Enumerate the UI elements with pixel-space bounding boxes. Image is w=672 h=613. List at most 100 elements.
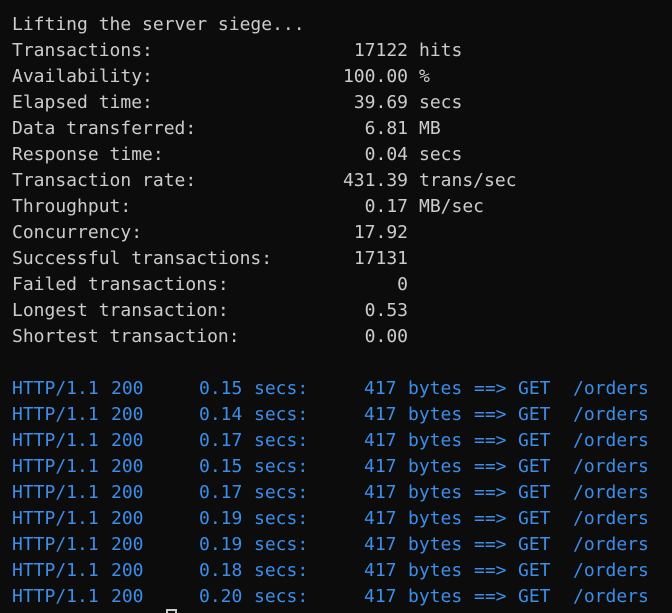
log-method: GET (518, 534, 551, 555)
log-status: 200 (111, 482, 144, 503)
log-size: 417 (364, 586, 397, 607)
log-time: 0.19 (199, 508, 243, 529)
log-protocol: HTTP/1.1 (12, 456, 99, 477)
log-protocol: HTTP/1.1 (12, 378, 99, 399)
stat-value: 17131 (353, 248, 408, 269)
terminal-cursor (166, 609, 177, 613)
stat-label: Transaction rate: (12, 170, 197, 191)
stat-value: 0.53 (364, 300, 408, 321)
log-path: /orders (573, 482, 649, 503)
log-status: 200 (111, 430, 144, 451)
log-status: 200 (111, 378, 144, 399)
log-size-unit: bytes (408, 508, 463, 529)
terminal-window[interactable]: Lifting the server siege... Transactions… (0, 0, 672, 613)
log-row: HTTP/1.1 200 0.20 secs: 417 bytes ==> GET/order… (12, 584, 662, 610)
log-arrow: ==> (474, 482, 507, 503)
stat-unit: trans/sec (419, 170, 517, 191)
log-time-unit: secs: (254, 586, 309, 607)
log-arrow: ==> (474, 534, 507, 555)
log-status: 200 (111, 534, 144, 555)
log-row: HTTP/1.1 200 0.19 secs: 417 bytes ==> GET/order… (12, 532, 662, 558)
log-size: 417 (364, 534, 397, 555)
log-size: 417 (364, 456, 397, 477)
stat-row: Data transferred: 6.81 MB (12, 116, 652, 142)
log-arrow: ==> (474, 508, 507, 529)
stat-value: 0.00 (364, 326, 408, 347)
log-time-unit: secs: (254, 378, 309, 399)
log-method: GET (518, 378, 551, 399)
log-method: GET (518, 430, 551, 451)
log-row: HTTP/1.1 200 0.14 secs: 417 bytes ==> GET/order… (12, 402, 662, 428)
log-size: 417 (364, 508, 397, 529)
stat-label: Successful transactions: (12, 248, 273, 269)
log-size-unit: bytes (408, 482, 463, 503)
stat-value: 6.81 (364, 118, 408, 139)
stat-label: Concurrency: (12, 222, 143, 243)
log-time: 0.17 (199, 482, 243, 503)
log-protocol: HTTP/1.1 (12, 508, 99, 529)
log-protocol: HTTP/1.1 (12, 534, 99, 555)
log-row: HTTP/1.1 200 0.17 secs: 417 bytes ==> GET/order… (12, 428, 662, 454)
log-size-unit: bytes (408, 534, 463, 555)
stat-row: Failed transactions: 0 (12, 272, 652, 298)
log-protocol: HTTP/1.1 (12, 482, 99, 503)
stat-value: 431.39 (342, 170, 408, 191)
log-path: /orders (573, 456, 649, 477)
log-arrow: ==> (474, 560, 507, 581)
stat-unit: hits (419, 40, 463, 61)
stat-row: Successful transactions: 17131 (12, 246, 652, 272)
log-method: GET (518, 456, 551, 477)
log-row: HTTP/1.1 200 0.15 secs: 417 bytes ==> GET/order… (12, 376, 662, 402)
log-arrow: ==> (474, 430, 507, 451)
stat-row: Concurrency: 17.92 (12, 220, 652, 246)
stat-row: Throughput: 0.17 MB/sec (12, 194, 652, 220)
stat-value: 17.92 (353, 222, 408, 243)
stat-label: Failed transactions: (12, 274, 229, 295)
stat-label: Response time: (12, 144, 164, 165)
log-method: GET (518, 586, 551, 607)
log-time-unit: secs: (254, 534, 309, 555)
log-status: 200 (111, 456, 144, 477)
stat-unit: secs (419, 92, 463, 113)
log-arrow: ==> (474, 404, 507, 425)
log-method: GET (518, 404, 551, 425)
stat-row: Transactions: 17122 hits (12, 38, 652, 64)
log-size: 417 (364, 482, 397, 503)
stat-label: Elapsed time: (12, 92, 153, 113)
stat-label: Longest transaction: (12, 300, 229, 321)
stat-row: Shortest transaction: 0.00 (12, 324, 652, 350)
stat-row: Availability: 100.00% (12, 64, 652, 90)
log-row: HTTP/1.1 200 0.17 secs: 417 bytes ==> GET/order… (12, 480, 662, 506)
log-row: HTTP/1.1 200 0.18 secs: 417 bytes ==> GET/order… (12, 558, 662, 584)
stat-unit: % (419, 66, 430, 87)
log-protocol: HTTP/1.1 (12, 430, 99, 451)
log-row: HTTP/1.1 200 0.15 secs: 417 bytes ==> GET/order… (12, 454, 662, 480)
log-arrow: ==> (474, 456, 507, 477)
stat-value: 0 (397, 274, 408, 295)
log-time: 0.15 (199, 378, 243, 399)
stat-label: Shortest transaction: (12, 326, 240, 347)
stat-unit: MB/sec (419, 196, 485, 217)
log-size-unit: bytes (408, 430, 463, 451)
log-path: /orders (573, 378, 649, 399)
stat-row: Transaction rate: 431.39 trans/sec (12, 168, 652, 194)
log-size-unit: bytes (408, 456, 463, 477)
log-status: 200 (111, 560, 144, 581)
log-protocol: HTTP/1.1 (12, 404, 99, 425)
log-path: /orders (573, 586, 649, 607)
stat-unit: MB (419, 118, 441, 139)
stat-label: Throughput: (12, 196, 132, 217)
log-arrow: ==> (474, 586, 507, 607)
stat-row: Elapsed time: 39.69 secs (12, 90, 652, 116)
log-time: 0.15 (199, 456, 243, 477)
log-size: 417 (364, 560, 397, 581)
log-path: /orders (573, 560, 649, 581)
log-status: 200 (111, 586, 144, 607)
log-time-unit: secs: (254, 404, 309, 425)
stat-value: 0.17 (364, 196, 408, 217)
siege-header: Lifting the server siege... (12, 14, 305, 35)
log-path: /orders (573, 430, 649, 451)
log-path: /orders (573, 534, 649, 555)
log-method: GET (518, 508, 551, 529)
log-path: /orders (573, 508, 649, 529)
